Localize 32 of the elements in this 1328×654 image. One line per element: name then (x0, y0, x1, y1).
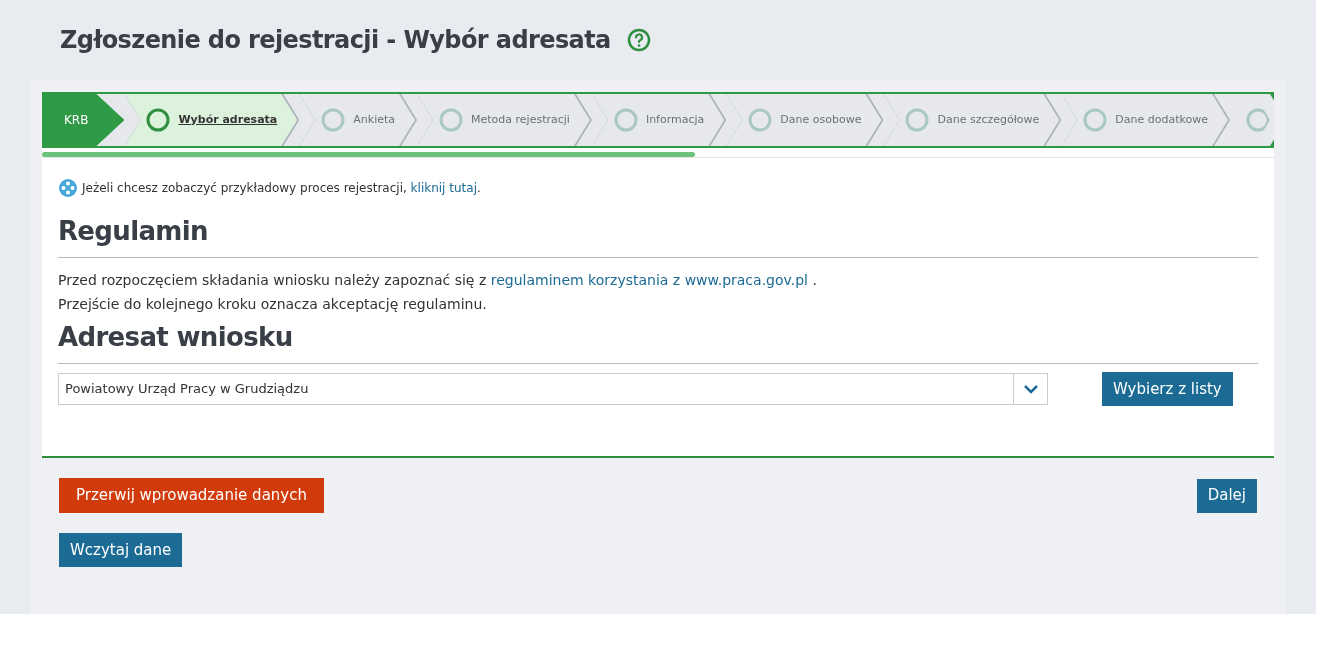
circle-icon (321, 108, 346, 132)
page-title: Zgłoszenie do rejestracji - Wybór adresata (60, 25, 611, 56)
next-button[interactable]: Dalej (1196, 478, 1257, 513)
film-reel-icon (58, 178, 78, 198)
section-heading: Adresat wniosku (58, 318, 1258, 364)
circle-icon (905, 108, 930, 132)
office-select[interactable]: Powiatowy Urząd Pracy w Grudziądzu (58, 373, 1048, 405)
load-data-button[interactable]: Wczytaj dane (59, 533, 183, 567)
step-tab[interactable]: Informacja (591, 94, 725, 146)
info-text: Jeżeli chcesz zobaczyć przykładowy proces rejestracji, kliknij tutaj. (82, 180, 481, 197)
help-icon[interactable] (626, 28, 651, 52)
circle-icon (439, 108, 464, 132)
step-tab[interactable]: Dane szczegółowe (883, 94, 1060, 146)
rules-link[interactable]: regulaminem korzystania z www.praca.gov.pl (490, 272, 808, 288)
circle-icon (748, 108, 773, 132)
step-tab[interactable]: Wybór adresata (124, 94, 298, 146)
circle-icon (613, 108, 638, 132)
step-tab[interactable]: Dane osobowe (726, 94, 882, 146)
step-start[interactable]: KRB (42, 94, 125, 146)
circle-icon (146, 108, 171, 132)
step-tab[interactable]: Ankieta (299, 94, 416, 146)
example-link[interactable]: kliknij tutaj (410, 181, 477, 195)
step-tab[interactable]: Dane dodatkowe (1061, 94, 1229, 146)
abort-button[interactable]: Przerwij wprowadzanie danych (59, 478, 324, 513)
step-tab[interactable]: Metoda rejestracji (417, 94, 590, 146)
choose-from-list-button[interactable]: Wybierz z listy (1102, 372, 1233, 406)
circle-icon (1246, 108, 1271, 132)
section-heading: Regulamin (58, 212, 1258, 258)
rules-text: Przed rozpoczęciem składania wniosku należy zapoznać się z regulaminem korzystania z www.praca.gov.pl . (58, 271, 818, 290)
circle-icon (1083, 108, 1108, 132)
chevron-down-icon (1022, 384, 1039, 394)
acceptance-text: Przejście do kolejnego kroku oznacza akceptację regulaminu. (58, 295, 488, 314)
